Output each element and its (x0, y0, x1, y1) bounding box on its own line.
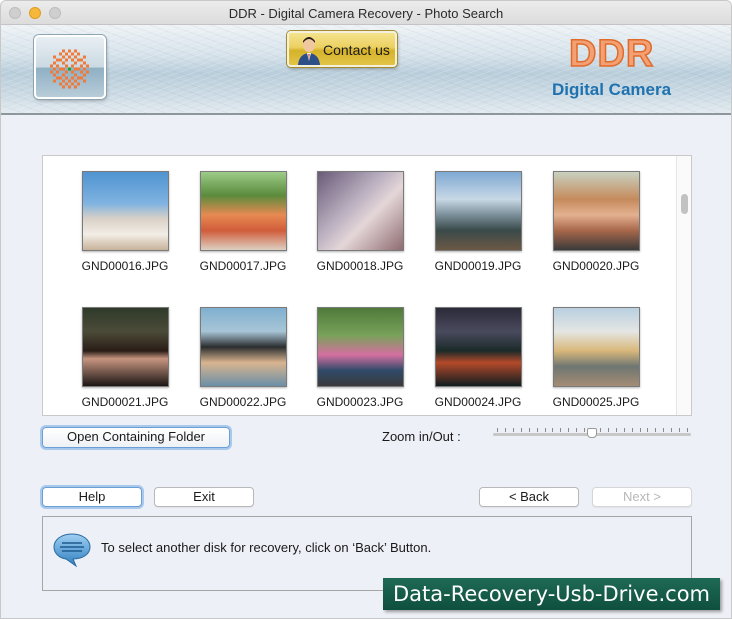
zoom-slider-tick (497, 428, 498, 432)
gallery-item[interactable]: GND00019.JPG (418, 171, 538, 273)
zoom-slider-knob[interactable] (587, 428, 597, 438)
zoom-slider-tick (584, 428, 586, 432)
zoom-slider-tick (663, 428, 665, 432)
zoom-slider-tick (599, 428, 601, 432)
header-banner: Contact us DDR Digital Camera (1, 25, 731, 115)
photo-thumbnail[interactable] (316, 171, 404, 251)
speech-bubble-icon (53, 533, 91, 568)
brand-subtitle: Digital Camera (552, 80, 672, 99)
zoom-slider-tick (512, 428, 514, 432)
gallery-item[interactable]: GND00016.JPG (65, 171, 185, 273)
zoom-slider[interactable] (493, 425, 691, 441)
photo-filename: GND00023.JPG (316, 395, 404, 409)
photo-thumbnail[interactable] (316, 307, 404, 387)
photo-thumbnail[interactable] (199, 307, 287, 387)
photo-filename: GND00019.JPG (434, 259, 522, 273)
gallery-item[interactable]: GND00022.JPG (183, 307, 303, 409)
photo-filename: GND00016.JPG (81, 259, 169, 273)
gallery-item[interactable]: GND00024.JPG (418, 307, 538, 409)
photo-filename: GND00021.JPG (81, 395, 169, 409)
zoom-slider-tick (655, 428, 657, 432)
gallery-scrollbar[interactable] (676, 156, 691, 415)
title-bar: DDR - Digital Camera Recovery - Photo Se… (1, 1, 731, 25)
zoom-slider-tick (528, 428, 530, 432)
app-logo (34, 35, 106, 99)
zoom-label: Zoom in/Out : (382, 429, 461, 444)
photo-thumbnail[interactable] (81, 171, 169, 251)
gallery-item[interactable]: GND00025.JPG (536, 307, 656, 409)
gallery-item[interactable]: GND00017.JPG (183, 171, 303, 273)
zoom-slider-tick (615, 428, 617, 432)
photo-thumbnail[interactable] (81, 307, 169, 387)
photo-filename: GND00022.JPG (199, 395, 287, 409)
photo-thumbnail[interactable] (552, 307, 640, 387)
watermark-banner: Data-Recovery-Usb-Drive.com (383, 578, 720, 610)
open-containing-folder-button[interactable]: Open Containing Folder (42, 427, 230, 448)
zoom-slider-tick (544, 428, 546, 432)
photo-filename: GND00018.JPG (316, 259, 404, 273)
photo-filename: GND00024.JPG (434, 395, 522, 409)
zoom-slider-tick (520, 428, 522, 432)
photo-thumbnail[interactable] (552, 171, 640, 251)
zoom-slider-tick (631, 428, 633, 432)
zoom-slider-tick (687, 428, 688, 432)
status-message: To select another disk for recovery, cli… (101, 540, 432, 555)
support-person-icon (298, 37, 320, 65)
contact-us-button[interactable]: Contact us (287, 31, 397, 67)
zoom-slider-tick (679, 428, 681, 432)
photo-filename: GND00025.JPG (552, 395, 640, 409)
zoom-slider-tick (552, 428, 554, 432)
zoom-slider-tick (560, 428, 562, 432)
gallery-item[interactable]: GND00018.JPG (300, 171, 420, 273)
zoom-slider-tick (623, 428, 625, 432)
zoom-slider-tick (647, 428, 649, 432)
brand-title: DDR (568, 32, 655, 76)
photo-filename: GND00020.JPG (552, 259, 640, 273)
help-button[interactable]: Help (42, 487, 142, 507)
gallery-item[interactable]: GND00023.JPG (300, 307, 420, 409)
photo-thumbnail[interactable] (434, 307, 522, 387)
photo-gallery[interactable]: GND00016.JPG GND00017.JPG GND00018.JPG G… (42, 155, 692, 416)
gallery-item[interactable]: GND00021.JPG (65, 307, 185, 409)
exit-button[interactable]: Exit (154, 487, 254, 507)
photo-thumbnail[interactable] (199, 171, 287, 251)
zoom-slider-tick (607, 428, 609, 432)
zoom-slider-tick (639, 428, 641, 432)
zoom-slider-tick (536, 428, 538, 432)
back-button[interactable]: < Back (479, 487, 579, 507)
photo-filename: GND00017.JPG (199, 259, 287, 273)
zoom-slider-tick (576, 428, 578, 432)
zoom-slider-tick (671, 428, 673, 432)
gallery-item[interactable]: GND00020.JPG (536, 171, 656, 273)
zoom-slider-tick (504, 428, 506, 432)
photo-thumbnail[interactable] (434, 171, 522, 251)
window-title: DDR - Digital Camera Recovery - Photo Se… (228, 6, 504, 21)
next-button: Next > (592, 487, 692, 507)
ddr-checker-logo-icon (50, 49, 89, 89)
contact-us-label: Contact us (323, 42, 390, 58)
app-window: DDR - Digital Camera Recovery - Photo Se… (0, 0, 732, 619)
scrollbar-thumb[interactable] (681, 194, 688, 214)
zoom-slider-tick (568, 428, 570, 432)
